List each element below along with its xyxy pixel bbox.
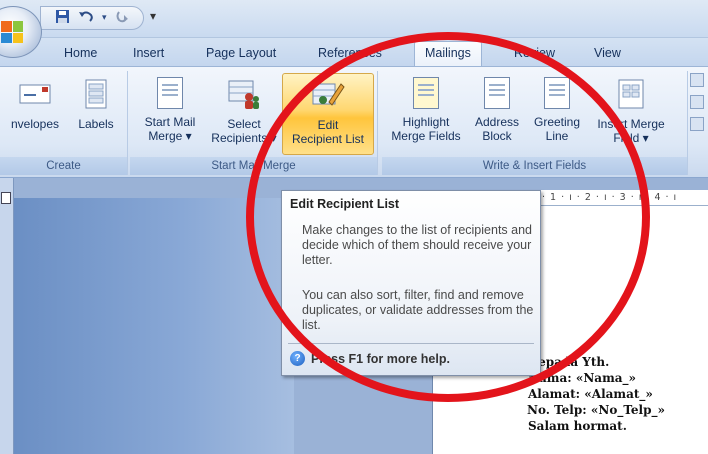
highlight-line1: Highlight <box>402 115 450 129</box>
group-start-mail-merge-label: Start Mail Merge <box>130 157 377 175</box>
envelopes-label: nvelopes <box>10 117 60 131</box>
labels-button[interactable]: Labels <box>70 73 122 155</box>
tab-home[interactable]: Home <box>64 46 97 60</box>
select-recipients-line1: Select <box>227 117 261 131</box>
address-block-icon <box>484 77 510 109</box>
edit-recipient-list-button[interactable]: Edit Recipient List <box>282 73 374 155</box>
insert-merge-field-button[interactable]: Insert Merge Field ▾ <box>588 73 674 155</box>
tooltip-description: Make changes to the list of recipients a… <box>302 223 532 267</box>
tooltip-help: ? Press F1 for more help. <box>290 351 450 366</box>
address-block-button[interactable]: Address Block <box>470 73 524 155</box>
insert-merge-field-line2: Field ▾ <box>613 131 649 145</box>
letter-body: Kepada Yth. Nama: «Nama_» Alamat: «Alama… <box>527 354 665 434</box>
letter-line-2: Nama: «Nama_» <box>528 371 637 385</box>
address-block-line1: Address <box>474 115 520 129</box>
group-create-label: Create <box>0 157 127 175</box>
group-create: nvelopes Labels Create <box>0 71 128 175</box>
greeting-line-button[interactable]: Greeting Line <box>528 73 586 155</box>
tooltip-title: Edit Recipient List <box>290 197 400 211</box>
update-labels-icon[interactable] <box>690 117 704 131</box>
labels-icon <box>85 79 107 109</box>
highlight-line2: Merge Fields <box>391 129 461 143</box>
greeting-line-icon <box>544 77 570 109</box>
customize-qat-icon[interactable]: ▾ <box>150 9 156 23</box>
rules-icon[interactable] <box>690 73 704 87</box>
tab-page-layout[interactable]: Page Layout <box>206 46 276 60</box>
start-mail-merge-icon <box>157 77 183 109</box>
ribbon: nvelopes Labels Create Start Mail Merge … <box>0 66 708 178</box>
group-start-mail-merge: Start Mail Merge ▾ Select Recipients ▾ E… <box>130 71 378 175</box>
greeting-line2: Line <box>545 129 569 143</box>
left-panel <box>14 198 294 454</box>
letter-line-5: Salam hormat. <box>528 419 627 433</box>
undo-icon[interactable] <box>78 9 94 28</box>
tab-insert[interactable]: Insert <box>133 46 164 60</box>
greeting-line1: Greeting <box>533 115 581 129</box>
start-mail-merge-line1: Start Mail <box>144 115 196 129</box>
edit-recipient-list-icon <box>312 83 345 106</box>
quick-access-toolbar: ▾ <box>40 6 144 30</box>
edit-recipient-list-line1: Edit <box>317 118 339 132</box>
title-bar: ▾ ▾ <box>0 0 708 58</box>
insert-merge-field-icon <box>618 79 644 109</box>
save-icon[interactable] <box>55 9 70 28</box>
help-icon: ? <box>290 351 305 366</box>
highlight-merge-fields-icon <box>413 77 439 109</box>
tooltip-divider <box>288 343 534 344</box>
tooltip-help-text: Press F1 for more help. <box>311 351 450 366</box>
start-mail-merge-line2: Merge ▾ <box>148 129 192 143</box>
select-recipients-line2: Recipients ▾ <box>211 131 277 145</box>
letter-line-3: Alamat: «Alamat_» <box>528 387 653 401</box>
letter-line-1: Kepada Yth. <box>528 355 610 369</box>
select-recipients-button[interactable]: Select Recipients ▾ <box>208 73 280 155</box>
group-write-insert-fields: Highlight Merge Fields Address Block Gre… <box>382 71 688 175</box>
tab-review[interactable]: Review <box>514 46 555 60</box>
envelope-icon <box>19 84 51 104</box>
letter-line-4: No. Telp: «No_Telp_» <box>527 403 665 417</box>
tooltip-details: You can also sort, filter, find and remo… <box>302 288 534 332</box>
select-recipients-icon <box>228 80 259 109</box>
match-fields-icon[interactable] <box>690 95 704 109</box>
ribbon-tabs: Home Insert Page Layout References Maili… <box>0 38 708 67</box>
tab-view[interactable]: View <box>594 46 621 60</box>
rules-buttons <box>690 73 708 139</box>
insert-merge-field-line1: Insert Merge <box>597 117 665 131</box>
office-logo-icon <box>1 21 23 43</box>
group-write-insert-label: Write & Insert Fields <box>382 157 687 175</box>
labels-label: Labels <box>78 117 114 131</box>
tab-references[interactable]: References <box>318 46 382 60</box>
edit-recipient-list-line2: Recipient List <box>291 132 365 146</box>
address-block-line2: Block <box>482 129 512 143</box>
start-mail-merge-button[interactable]: Start Mail Merge ▾ <box>132 73 208 155</box>
highlight-merge-fields-button[interactable]: Highlight Merge Fields <box>386 73 466 155</box>
ruler-toggle-icon[interactable] <box>1 192 11 204</box>
edit-recipient-list-tooltip: Edit Recipient List Make changes to the … <box>281 190 541 376</box>
redo-icon[interactable] <box>115 9 129 28</box>
view-ruler-toggle[interactable] <box>0 178 14 454</box>
envelopes-button[interactable]: nvelopes <box>0 73 70 155</box>
undo-dropdown-icon[interactable]: ▾ <box>102 13 107 23</box>
tab-mailings[interactable]: Mailings <box>414 41 482 67</box>
